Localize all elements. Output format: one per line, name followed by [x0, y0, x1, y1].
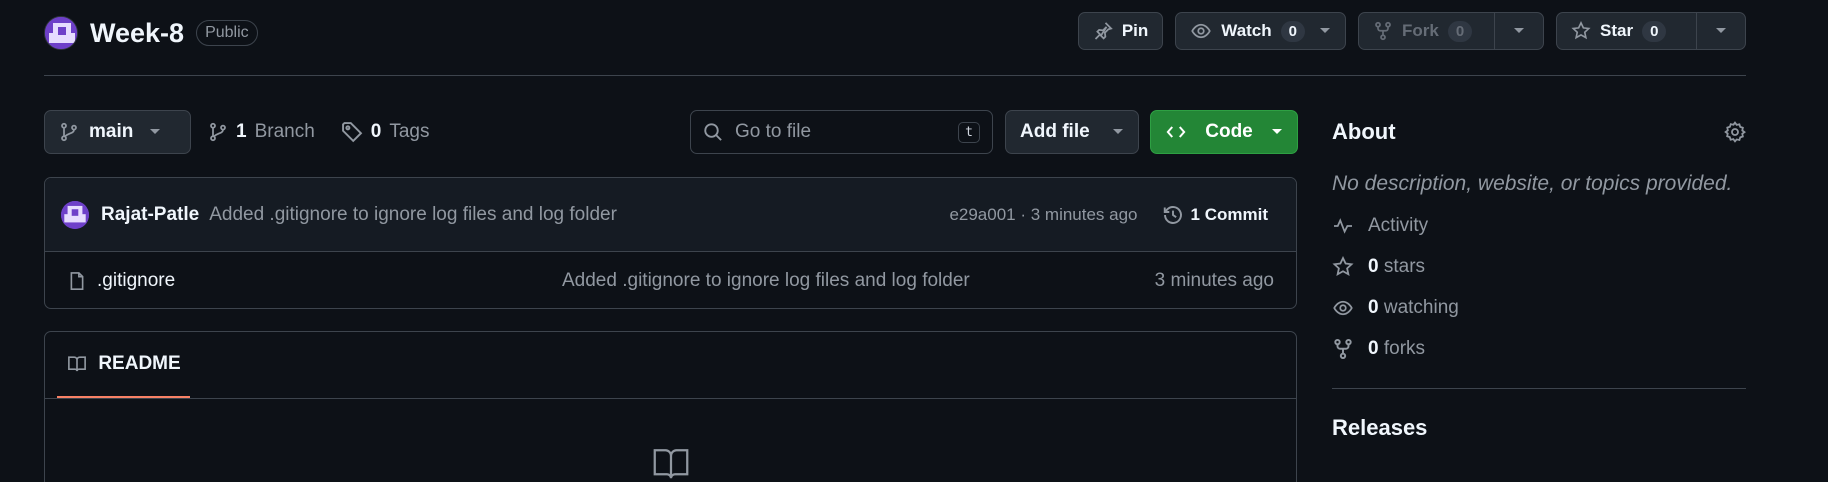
fork-icon [1373, 21, 1393, 41]
caret-down-icon [149, 128, 161, 136]
watching-count: 0 [1368, 297, 1379, 318]
search-icon [703, 122, 723, 142]
add-file-button[interactable]: Add file [1005, 110, 1139, 154]
book-icon [648, 444, 694, 482]
repository-page: Week-8 Public Pin Watch 0 Fork 0 Star 0 … [0, 0, 1828, 482]
readme-panel: README [44, 331, 1297, 482]
latest-commit-row: Rajat-Patle Added .gitignore to ignore l… [45, 178, 1296, 252]
owner-avatar[interactable] [44, 16, 78, 50]
code-label: Code [1205, 121, 1253, 142]
go-to-file-placeholder: Go to file [735, 121, 812, 142]
file-icon [67, 270, 87, 292]
repo-name-link[interactable]: Week-8 [90, 18, 184, 49]
branch-count: 1 [236, 121, 247, 142]
fork-icon [1332, 338, 1354, 360]
tags-link[interactable]: 0 Tags [341, 121, 430, 143]
watch-dropdown[interactable] [1319, 13, 1345, 49]
commit-history-link[interactable]: 1 Commit [1162, 204, 1268, 226]
caret-down-icon [1319, 27, 1331, 35]
commit-message-link[interactable]: Added .gitignore to ignore log files and… [209, 204, 949, 226]
fork-count: 0 [1447, 20, 1473, 42]
releases-heading-link[interactable]: Releases [1332, 415, 1746, 441]
file-commit-age: 3 minutes ago [1154, 269, 1274, 291]
forks-count: 0 [1368, 338, 1379, 359]
commit-author-link[interactable]: Rajat-Patle [101, 204, 199, 226]
caret-down-icon [1513, 27, 1525, 35]
go-to-file-input[interactable]: Go to file t [690, 110, 993, 154]
fork-button[interactable]: Fork 0 [1358, 12, 1544, 50]
branch-label: Branch [254, 121, 315, 142]
pin-label: Pin [1121, 21, 1149, 40]
repo-actions: Pin Watch 0 Fork 0 Star 0 [1077, 12, 1746, 50]
star-count: 0 [1642, 20, 1667, 42]
caret-down-icon [1112, 128, 1124, 136]
readme-tab-label: README [98, 353, 181, 374]
repo-header: Week-8 Public Pin Watch 0 Fork 0 Star 0 [44, 12, 1746, 64]
author-avatar[interactable] [61, 200, 89, 229]
about-header: About [1332, 110, 1746, 154]
pulse-icon [1332, 216, 1354, 236]
caret-down-icon [1715, 27, 1727, 35]
branch-tag-info: 1 Branch 0 Tags [208, 110, 430, 154]
git-branch-icon [59, 122, 79, 142]
table-row: .gitignore Added .gitignore to ignore lo… [45, 252, 1296, 308]
commit-count-label: 1 Commit [1190, 204, 1268, 224]
watch-count: 0 [1280, 20, 1305, 42]
tag-count: 0 [370, 121, 382, 142]
code-icon [1165, 122, 1187, 142]
add-file-label: Add file [1020, 121, 1090, 142]
file-name-link[interactable]: .gitignore [97, 270, 562, 292]
readme-divider [45, 398, 1296, 399]
watchers-link[interactable]: 0 watching [1332, 297, 1746, 319]
stars-link[interactable]: 0 stars [1332, 256, 1746, 278]
star-label: Star [1600, 21, 1634, 40]
branch-selector[interactable]: main [44, 110, 191, 154]
about-title: About [1332, 119, 1396, 144]
keyboard-shortcut-hint: t [958, 121, 980, 143]
stars-label: stars [1383, 256, 1426, 277]
about-description: No description, website, or topics provi… [1332, 172, 1733, 195]
file-toolbar: main 1 Branch 0 Tags Go to file t Add fi… [44, 110, 1298, 154]
star-icon [1571, 21, 1591, 41]
branches-link[interactable]: 1 Branch [208, 121, 315, 143]
gear-icon[interactable] [1724, 121, 1746, 143]
eye-icon [1190, 21, 1212, 41]
tag-icon [341, 121, 363, 143]
stars-count: 0 [1368, 256, 1379, 277]
visibility-badge: Public [196, 20, 258, 46]
repo-title: Week-8 Public [44, 16, 258, 50]
commit-hash-time[interactable]: e29a001 · 3 minutes ago [949, 205, 1137, 225]
forks-label: forks [1383, 338, 1426, 359]
watch-button[interactable]: Watch 0 [1175, 12, 1346, 50]
book-icon [66, 354, 88, 374]
activity-link[interactable]: Activity [1332, 215, 1746, 237]
tag-label: Tags [389, 121, 430, 142]
watch-label: Watch [1221, 21, 1272, 40]
star-button[interactable]: Star 0 [1556, 12, 1746, 50]
about-sidebar: About No description, website, or topics… [1332, 110, 1746, 441]
tab-readme[interactable]: README [57, 332, 190, 399]
file-list: Rajat-Patle Added .gitignore to ignore l… [44, 177, 1297, 309]
code-button[interactable]: Code [1150, 110, 1298, 154]
watching-label: watching [1383, 297, 1459, 318]
star-dropdown[interactable] [1696, 13, 1745, 49]
pin-icon [1093, 21, 1113, 41]
history-icon [1162, 204, 1184, 226]
git-branch-icon [208, 122, 228, 142]
branch-name: main [89, 121, 134, 142]
fork-dropdown[interactable] [1494, 13, 1543, 49]
eye-icon [1332, 298, 1354, 318]
pin-button[interactable]: Pin [1077, 12, 1164, 50]
header-divider [44, 75, 1746, 76]
fork-label: Fork [1402, 21, 1439, 40]
star-icon [1332, 256, 1354, 278]
sidebar-divider [1332, 388, 1746, 389]
file-commit-message-link[interactable]: Added .gitignore to ignore log files and… [562, 270, 1155, 292]
activity-label: Activity [1368, 215, 1429, 236]
caret-down-icon [1271, 128, 1283, 136]
forks-link[interactable]: 0 forks [1332, 338, 1746, 360]
